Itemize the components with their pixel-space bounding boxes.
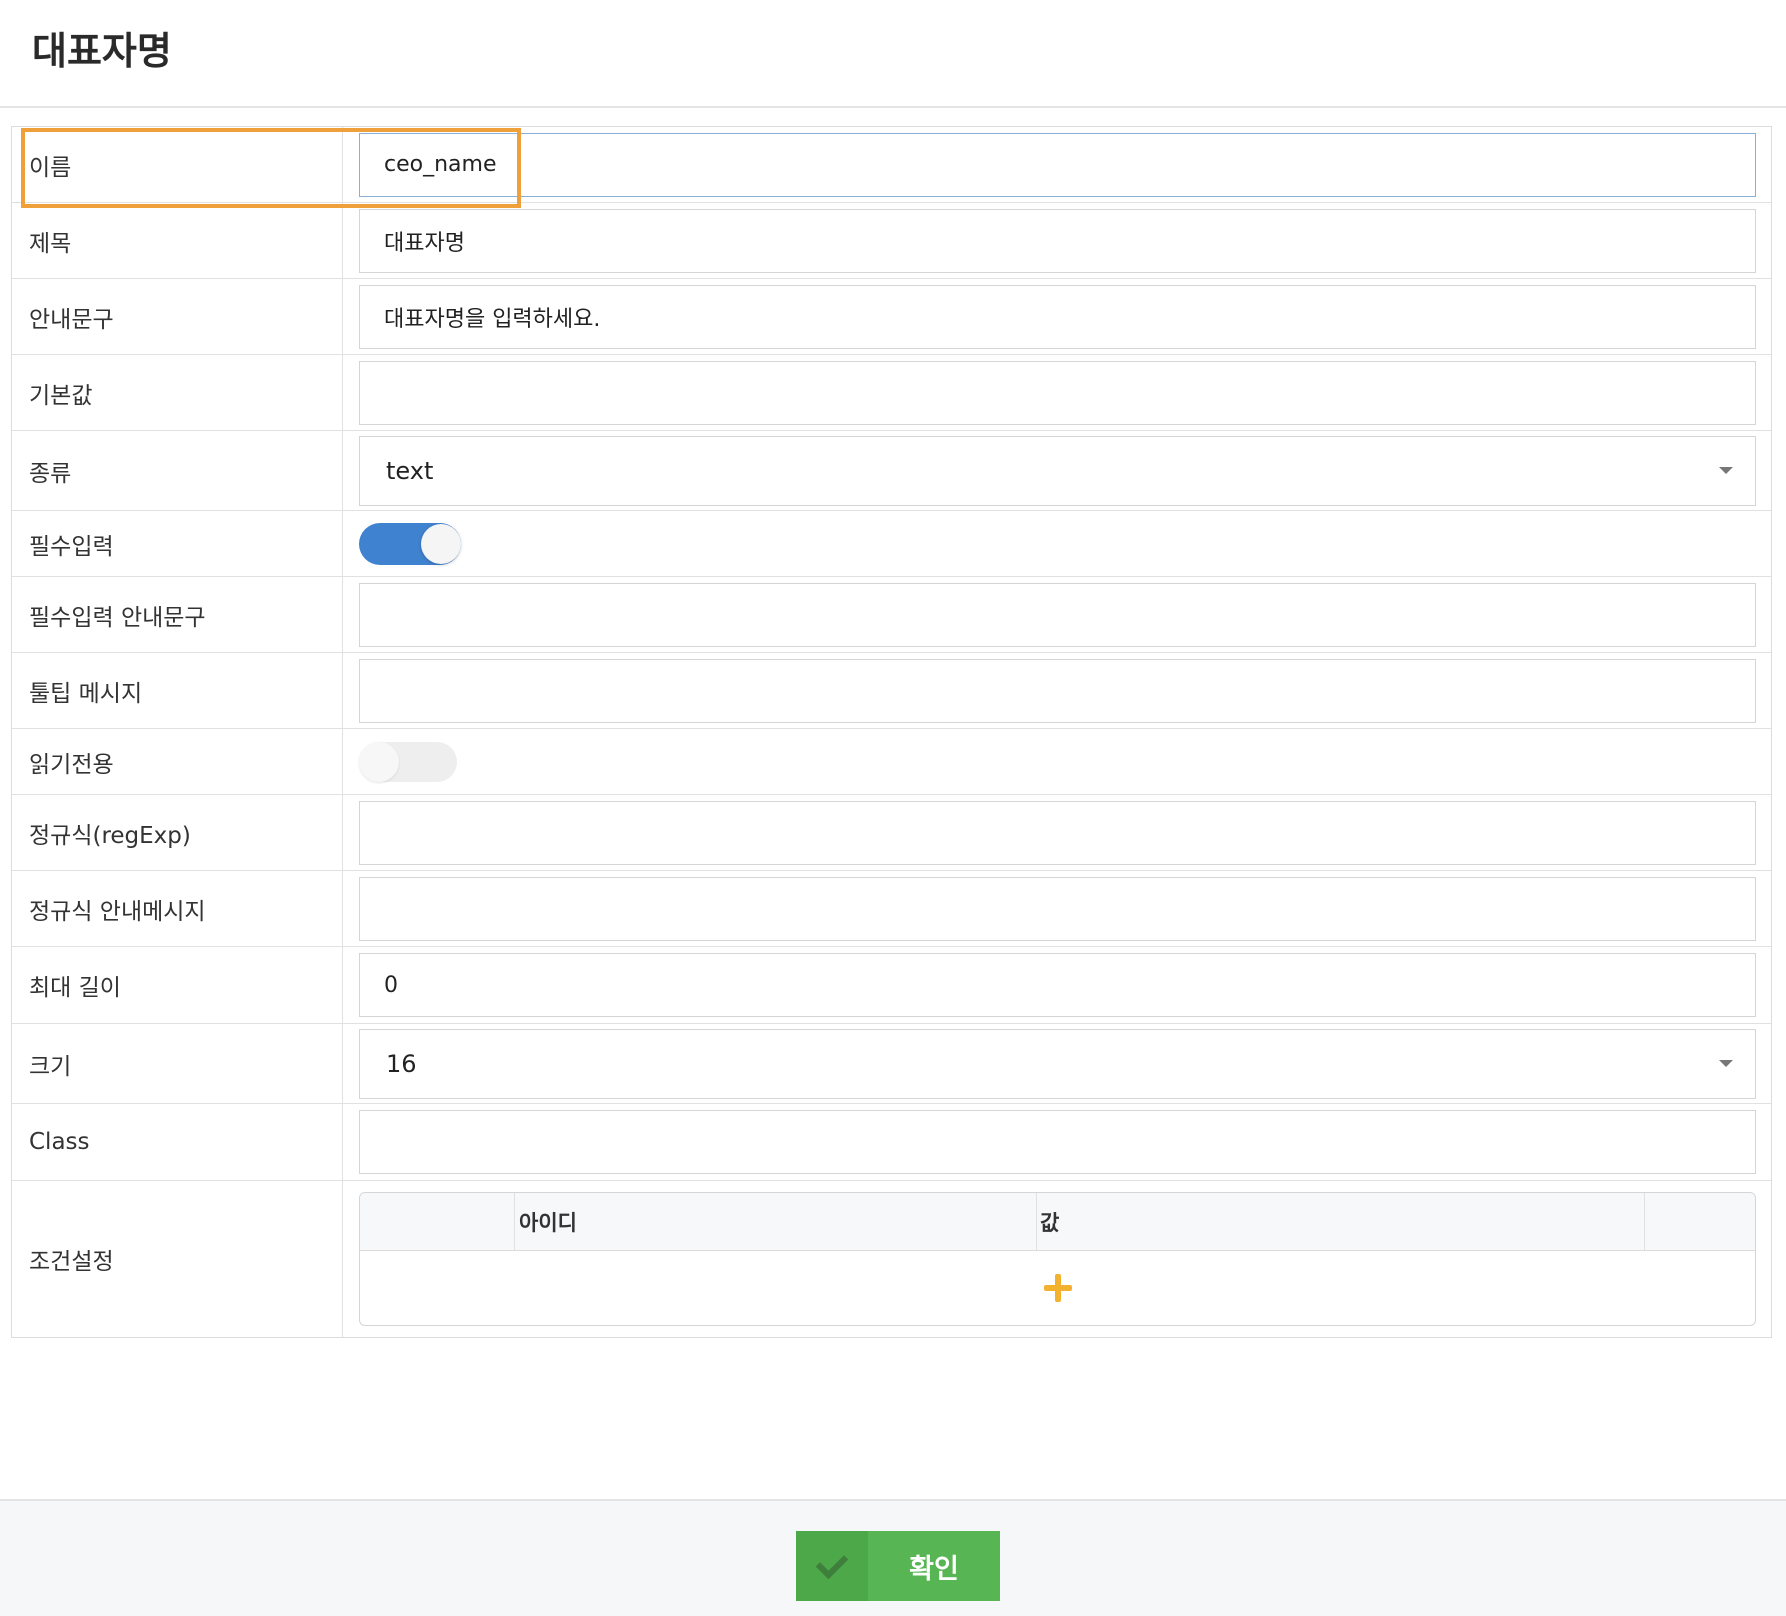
row-type: 종류 text	[12, 431, 1771, 511]
regexp-cell	[343, 795, 1771, 870]
size-select[interactable]: 16	[359, 1028, 1756, 1099]
toggle-knob	[421, 523, 461, 564]
tooltip-label: 툴팁 메시지	[12, 653, 343, 728]
row-conditions: 조건설정 아이디 값	[12, 1181, 1771, 1337]
confirm-icon-area	[796, 1531, 868, 1601]
row-guide-text: 안내문구	[12, 279, 1771, 355]
conditions-cell: 아이디 값	[343, 1181, 1771, 1337]
guide-text-label: 안내문구	[12, 279, 343, 354]
chevron-down-icon	[1719, 467, 1733, 474]
subject-label: 제목	[12, 203, 343, 278]
row-default-value: 기본값	[12, 355, 1771, 431]
required-toggle[interactable]	[359, 522, 461, 565]
row-size: 크기 16	[12, 1024, 1771, 1104]
name-input[interactable]	[359, 132, 1756, 197]
required-guide-cell	[343, 577, 1771, 652]
max-length-cell	[343, 947, 1771, 1023]
guide-text-cell	[343, 279, 1771, 354]
regexp-guide-cell	[343, 871, 1771, 946]
class-cell	[343, 1104, 1771, 1180]
confirm-button-label: 확인	[909, 1553, 959, 1585]
title-bar: 대표자명	[0, 0, 1786, 108]
guide-text-input[interactable]	[359, 284, 1756, 349]
column-header-id: 아이디	[515, 1193, 1037, 1250]
max-length-label: 최대 길이	[12, 947, 343, 1023]
regexp-guide-label: 정규식 안내메시지	[12, 871, 343, 946]
size-cell: 16	[343, 1024, 1771, 1103]
row-required: 필수입력	[12, 511, 1771, 577]
conditions-label: 조건설정	[12, 1181, 343, 1337]
column-header-value: 값	[1037, 1193, 1645, 1250]
default-value-input[interactable]	[359, 360, 1756, 425]
class-label: Class	[12, 1104, 343, 1180]
row-tooltip: 툴팁 메시지	[12, 653, 1771, 729]
required-cell	[343, 511, 1771, 576]
row-name: 이름	[12, 127, 1771, 203]
conditions-table-body	[360, 1251, 1755, 1325]
row-class: Class	[12, 1104, 1771, 1181]
readonly-toggle[interactable]	[359, 741, 457, 782]
type-selected-value: text	[386, 456, 434, 485]
row-regexp: 정규식(regExp)	[12, 795, 1771, 871]
column-header-actions	[1645, 1193, 1755, 1250]
required-label: 필수입력	[12, 511, 343, 576]
size-selected-value: 16	[386, 1049, 417, 1078]
max-length-input[interactable]	[359, 953, 1756, 1017]
check-icon	[815, 1546, 849, 1580]
field-settings-form: 이름 제목 안내문구 기본값 종류 text 필수입력	[11, 126, 1772, 1338]
default-value-label: 기본값	[12, 355, 343, 430]
type-label: 종류	[12, 431, 343, 510]
tooltip-input[interactable]	[359, 658, 1756, 723]
regexp-guide-input[interactable]	[359, 876, 1756, 941]
name-label: 이름	[12, 127, 343, 202]
tooltip-cell	[343, 653, 1771, 728]
required-guide-input[interactable]	[359, 582, 1756, 647]
row-subject: 제목	[12, 203, 1771, 279]
row-regexp-guide: 정규식 안내메시지	[12, 871, 1771, 947]
required-guide-label: 필수입력 안내문구	[12, 577, 343, 652]
plus-icon[interactable]	[1043, 1274, 1072, 1302]
name-cell	[343, 127, 1771, 202]
column-header-blank	[360, 1193, 515, 1250]
confirm-button[interactable]: 확인	[796, 1531, 1000, 1601]
readonly-label: 읽기전용	[12, 729, 343, 794]
conditions-table-header: 아이디 값	[360, 1193, 1755, 1251]
footer: 확인	[0, 1499, 1786, 1616]
regexp-label: 정규식(regExp)	[12, 795, 343, 870]
row-readonly: 읽기전용	[12, 729, 1771, 795]
row-max-length: 최대 길이	[12, 947, 1771, 1024]
conditions-table: 아이디 값	[359, 1192, 1756, 1326]
type-cell: text	[343, 431, 1771, 510]
regexp-input[interactable]	[359, 800, 1756, 865]
toggle-knob	[359, 741, 399, 782]
readonly-cell	[343, 729, 1771, 794]
subject-input[interactable]	[359, 208, 1756, 273]
class-input[interactable]	[359, 1110, 1756, 1174]
chevron-down-icon	[1719, 1060, 1733, 1067]
size-label: 크기	[12, 1024, 343, 1103]
type-select[interactable]: text	[359, 435, 1756, 506]
subject-cell	[343, 203, 1771, 278]
row-required-guide: 필수입력 안내문구	[12, 577, 1771, 653]
page-title: 대표자명	[32, 29, 172, 73]
default-value-cell	[343, 355, 1771, 430]
